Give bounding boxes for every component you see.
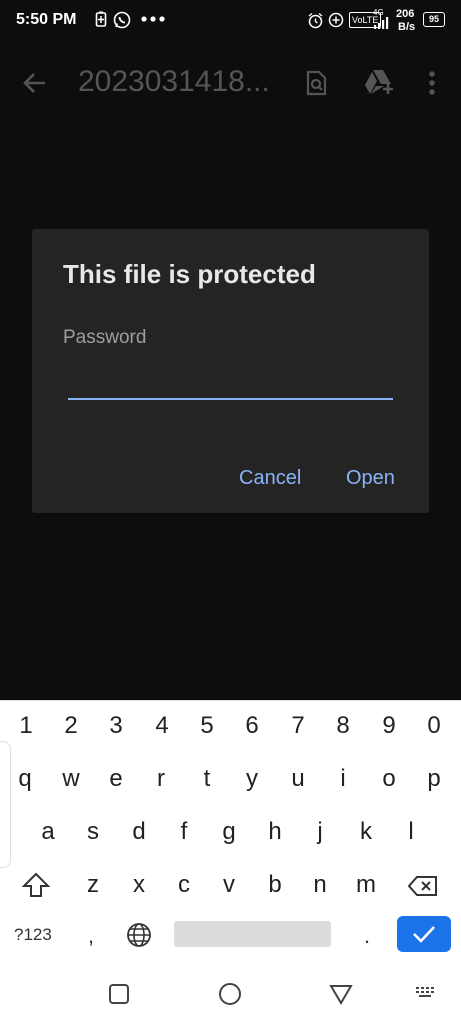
- dialog-title: This file is protected: [63, 259, 316, 289]
- key-w[interactable]: w: [51, 757, 91, 801]
- network-speed-value: 206: [396, 8, 415, 20]
- key-d[interactable]: d: [119, 810, 159, 854]
- key-2[interactable]: 2: [51, 704, 91, 748]
- shift-icon[interactable]: [21, 872, 51, 903]
- space-bar[interactable]: [174, 921, 331, 947]
- key-1[interactable]: 1: [6, 704, 46, 748]
- add-to-drive-icon[interactable]: [364, 68, 394, 101]
- key-c[interactable]: c: [164, 863, 204, 907]
- alarm-icon: [307, 12, 324, 34]
- back-arrow-icon[interactable]: [22, 70, 48, 101]
- key-period[interactable]: .: [364, 923, 370, 949]
- key-u[interactable]: u: [278, 757, 318, 801]
- cancel-button[interactable]: Cancel: [239, 467, 301, 490]
- symbols-key[interactable]: ?123: [14, 925, 52, 945]
- enter-button[interactable]: [397, 916, 451, 952]
- app-bar: 2023031418...: [0, 50, 461, 116]
- key-9[interactable]: 9: [369, 704, 409, 748]
- status-bar: 5:50 PM VoLTE 4G 206 B/s 95: [0, 0, 461, 42]
- key-7[interactable]: 7: [278, 704, 318, 748]
- key-n[interactable]: n: [300, 863, 340, 907]
- open-button[interactable]: Open: [346, 467, 395, 490]
- checkmark-icon: [412, 924, 436, 949]
- key-i[interactable]: i: [323, 757, 363, 801]
- key-f[interactable]: f: [164, 810, 204, 854]
- more-options-icon[interactable]: [428, 70, 436, 101]
- key-s[interactable]: s: [73, 810, 113, 854]
- key-0[interactable]: 0: [414, 704, 454, 748]
- password-dialog: This file is protected Password Cancel O…: [32, 229, 429, 513]
- more-notifications-icon: [140, 10, 166, 33]
- bottom-row: ?123 , .: [0, 913, 461, 957]
- document-title: 2023031418...: [78, 65, 270, 98]
- battery-saver-icon: [95, 11, 107, 32]
- key-8[interactable]: 8: [323, 704, 363, 748]
- key-z[interactable]: z: [73, 863, 113, 907]
- network-speed-unit: B/s: [398, 21, 416, 33]
- letter-row-3: z x c v b n m: [0, 863, 461, 907]
- key-5[interactable]: 5: [187, 704, 227, 748]
- data-saver-icon: [328, 12, 344, 33]
- key-a[interactable]: a: [28, 810, 68, 854]
- on-screen-keyboard: 1 2 3 4 5 6 7 8 9 0 q w e r t y u i o p …: [0, 700, 461, 965]
- letter-row-2: a s d f g h j k l: [0, 810, 461, 854]
- status-time: 5:50 PM: [16, 11, 77, 28]
- key-t[interactable]: t: [187, 757, 227, 801]
- key-comma[interactable]: ,: [88, 923, 94, 949]
- key-o[interactable]: o: [369, 757, 409, 801]
- battery-icon: 95: [423, 12, 445, 27]
- backspace-icon[interactable]: [407, 875, 438, 902]
- password-field-label: Password: [63, 327, 147, 348]
- key-g[interactable]: g: [209, 810, 249, 854]
- key-k[interactable]: k: [346, 810, 386, 854]
- system-navigation-bar: [0, 964, 461, 1024]
- key-4[interactable]: 4: [142, 704, 182, 748]
- recent-apps-icon[interactable]: [108, 983, 130, 1010]
- key-v[interactable]: v: [209, 863, 249, 907]
- find-in-document-icon[interactable]: [305, 70, 329, 101]
- key-p[interactable]: p: [414, 757, 454, 801]
- key-x[interactable]: x: [119, 863, 159, 907]
- key-r[interactable]: r: [141, 757, 181, 801]
- signal-strength-icon: [373, 16, 389, 34]
- key-l[interactable]: l: [391, 810, 431, 854]
- key-6[interactable]: 6: [232, 704, 272, 748]
- back-icon[interactable]: [329, 983, 353, 1010]
- language-globe-icon[interactable]: [126, 922, 152, 953]
- key-e[interactable]: e: [96, 757, 136, 801]
- key-b[interactable]: b: [255, 863, 295, 907]
- key-q[interactable]: q: [5, 757, 45, 801]
- key-m[interactable]: m: [346, 863, 386, 907]
- key-3[interactable]: 3: [96, 704, 136, 748]
- letter-row-1: q w e r t y u i o p: [0, 757, 461, 801]
- password-input[interactable]: [68, 359, 393, 399]
- home-icon[interactable]: [218, 982, 242, 1011]
- password-input-underline: [68, 398, 393, 400]
- key-h[interactable]: h: [255, 810, 295, 854]
- keyboard-switch-icon[interactable]: [415, 986, 437, 1007]
- key-y[interactable]: y: [232, 757, 272, 801]
- key-j[interactable]: j: [300, 810, 340, 854]
- number-row: 1 2 3 4 5 6 7 8 9 0: [0, 704, 461, 748]
- whatsapp-icon: [113, 11, 131, 34]
